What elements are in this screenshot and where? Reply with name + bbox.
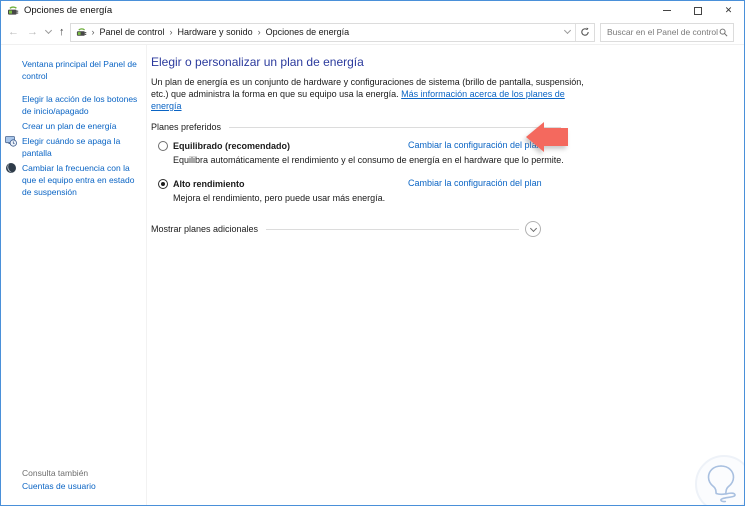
radio-alto-rendimiento[interactable] <box>158 179 168 189</box>
see-also-section: Consulta también Cuentas de usuario <box>22 467 96 493</box>
annotation-arrow-tail <box>543 128 568 146</box>
close-button[interactable]: ✕ <box>713 1 744 20</box>
sidebar-item-label: Ventana principal del Panel de control <box>22 59 137 81</box>
forward-icon[interactable]: → <box>27 26 38 38</box>
show-additional-plans-label: Mostrar planes adicionales <box>151 224 259 234</box>
plan-row-equilibrado: Equilibrado (recomendado) Cambiar la con… <box>158 140 743 166</box>
breadcrumb-power-icon <box>76 27 86 36</box>
back-icon[interactable]: ← <box>8 26 19 38</box>
plans-list: Equilibrado (recomendado) Cambiar la con… <box>158 140 743 204</box>
plan-name: Alto rendimiento <box>173 179 245 189</box>
main-content: Elegir o personalizar un plan de energía… <box>147 45 743 505</box>
sidebar-item-label: Crear un plan de energía <box>22 121 117 131</box>
title-bar: Opciones de energía ✕ <box>1 1 744 20</box>
sidebar-item-user-accounts[interactable]: Cuentas de usuario <box>22 480 96 493</box>
section-divider <box>266 228 519 230</box>
search-input[interactable]: Buscar en el Panel de control <box>607 27 719 37</box>
annotation-arrow-head <box>526 122 544 152</box>
radio-equilibrado[interactable] <box>158 141 168 151</box>
breadcrumb-control-panel[interactable]: Panel de control <box>100 27 165 37</box>
address-bar-controls <box>559 23 594 41</box>
section-divider <box>229 126 561 128</box>
plan-name: Equilibrado (recomendado) <box>173 141 291 151</box>
preferred-plans-section: Planes preferidos <box>151 122 561 132</box>
address-bar[interactable]: Panel de control Hardware y sonido Opcio… <box>69 22 595 42</box>
breadcrumb-power-options[interactable]: Opciones de energía <box>266 27 350 37</box>
refresh-button[interactable] <box>575 23 594 41</box>
minimize-button[interactable] <box>651 1 682 20</box>
sidebar-item-label: Elegir la acción de los botones de inici… <box>22 94 138 116</box>
preferred-plans-label: Planes preferidos <box>151 122 222 132</box>
minimize-icon <box>662 10 671 11</box>
caption-buttons: ✕ <box>651 1 744 20</box>
search-box[interactable]: Buscar en el Panel de control <box>600 22 734 42</box>
maximize-icon <box>693 6 702 15</box>
sidebar-item-control-panel-home[interactable]: Ventana principal del Panel de control <box>22 58 143 82</box>
nav-buttons: ← → ↑ <box>1 26 70 38</box>
change-plan-settings-link-equilibrado[interactable]: Cambiar la configuración del plan <box>408 140 542 150</box>
sidebar-item-power-buttons[interactable]: Elegir la acción de los botones de inici… <box>22 93 143 117</box>
sidebar-item-label: Elegir cuándo se apaga la pantalla <box>22 136 121 158</box>
plan-row-alto-rendimiento: Alto rendimiento Cambiar la configuració… <box>158 178 743 204</box>
tasks-sidebar: Ventana principal del Panel de control E… <box>1 45 147 505</box>
maximize-button[interactable] <box>682 1 713 20</box>
lightbulb-watermark-icon <box>695 455 744 505</box>
recent-pages-chevron-icon[interactable] <box>44 26 53 35</box>
show-additional-plans-section: Mostrar planes adicionales <box>151 221 541 237</box>
navigation-toolbar: ← → ↑ Panel de control Hardware y sonido… <box>1 20 744 45</box>
search-icon <box>719 28 728 36</box>
close-icon: ✕ <box>724 5 733 15</box>
breadcrumb-separator-icon <box>258 27 261 37</box>
sidebar-item-label: Cambiar la frecuencia con la que el equi… <box>22 163 135 197</box>
sidebar-item-create-plan[interactable]: Crear un plan de energía <box>22 120 143 132</box>
power-options-icon <box>8 5 19 15</box>
change-plan-settings-link-alto[interactable]: Cambiar la configuración del plan <box>408 178 542 188</box>
chevron-down-icon <box>529 224 537 232</box>
annotation-arrow-left-icon <box>526 122 568 152</box>
breadcrumb-separator-icon <box>170 27 173 37</box>
plan-head: Equilibrado (recomendado) Cambiar la con… <box>158 140 743 152</box>
plan-description: Mejora el rendimiento, pero puede usar m… <box>173 193 386 203</box>
sleep-icon <box>6 163 16 173</box>
chevron-down-icon <box>563 26 571 35</box>
display-clock-icon <box>5 136 17 147</box>
page-title: Elegir o personalizar un plan de energía <box>151 55 364 69</box>
sidebar-item-display-off[interactable]: Elegir cuándo se apaga la pantalla <box>5 135 143 159</box>
breadcrumb-separator-icon <box>92 27 95 37</box>
sidebar-item-sleep-timing[interactable]: Cambiar la frecuencia con la que el equi… <box>6 162 143 198</box>
see-also-header: Consulta también <box>22 468 89 478</box>
plan-head: Alto rendimiento Cambiar la configuració… <box>158 178 743 190</box>
breadcrumb-hardware-sound[interactable]: Hardware y sonido <box>178 27 253 37</box>
refresh-icon <box>581 27 589 36</box>
up-icon[interactable]: ↑ <box>59 26 65 38</box>
power-options-window: Opciones de energía ✕ ← → ↑ Panel de con… <box>0 0 745 506</box>
intro-paragraph: Un plan de energía es un conjunto de har… <box>151 76 595 112</box>
plan-description: Equilibra automáticamente el rendimiento… <box>173 155 564 165</box>
window-title: Opciones de energía <box>24 5 113 16</box>
address-dropdown-button[interactable] <box>559 26 575 35</box>
expand-additional-plans-button[interactable] <box>525 221 541 237</box>
